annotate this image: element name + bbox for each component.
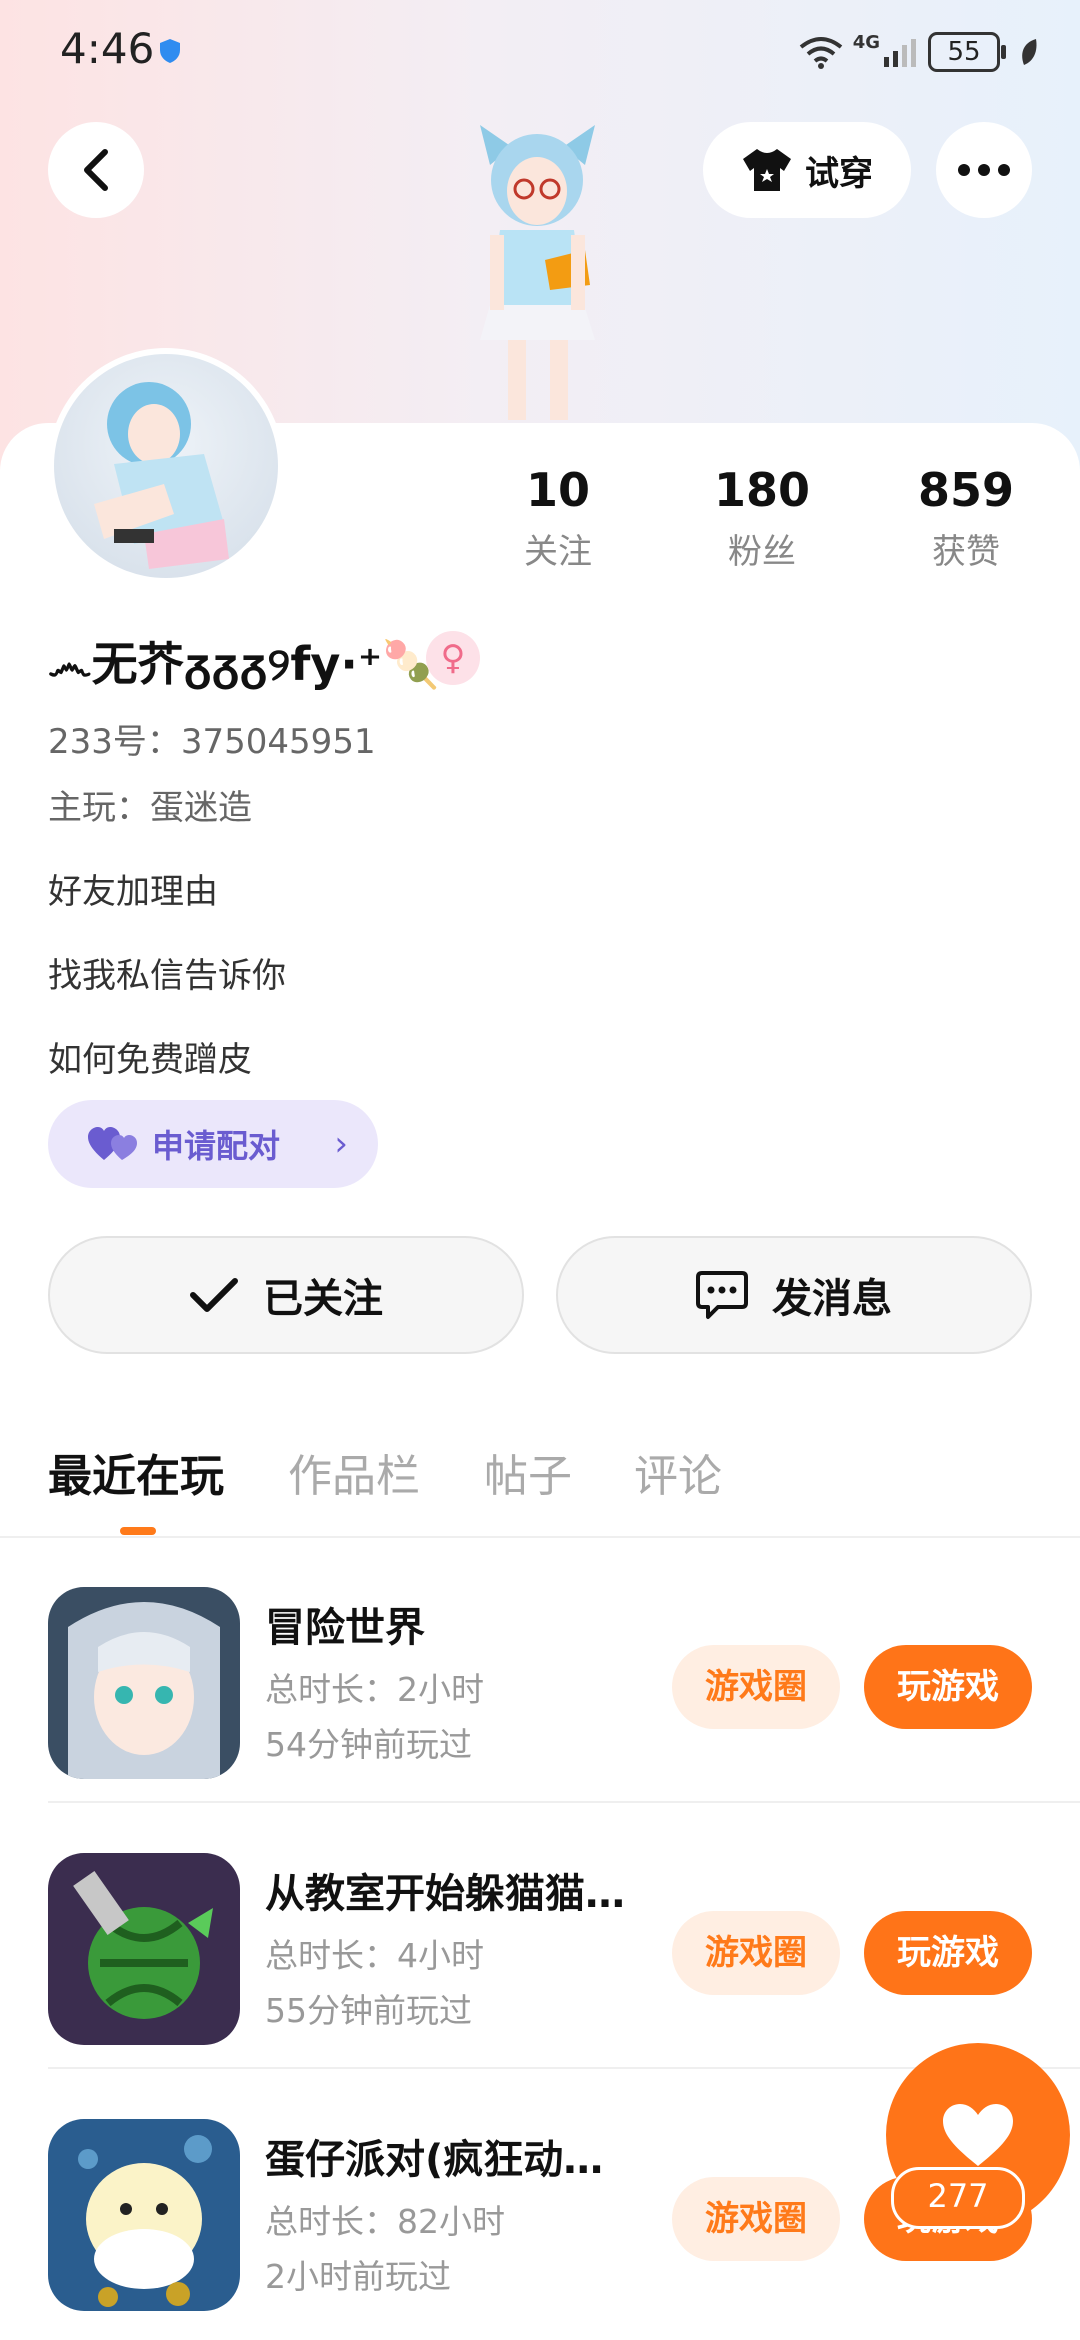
more-options-button[interactable] <box>936 122 1032 218</box>
checkmark-icon <box>190 1278 238 1312</box>
following-count: 10 <box>525 463 590 517</box>
stat-likes[interactable]: 859 获赞 <box>886 460 1046 573</box>
username: ෴无芥ᵹᵹᵹ୨fy·⁺🍡 <box>48 637 440 691</box>
play-game-button[interactable]: 玩游戏 <box>864 1911 1032 1995</box>
bio-line: 好友加理由 <box>48 872 218 912</box>
chevron-right-icon: › <box>334 1124 348 1164</box>
stat-following[interactable]: 10 关注 <box>478 460 638 573</box>
more-dots-icon <box>958 164 1010 176</box>
main-game: 主玩：蛋迷造 <box>48 788 252 828</box>
game-last-played: 54分钟前玩过 <box>265 1725 472 1764</box>
followers-label: 粉丝 <box>728 532 796 572</box>
likes-label: 获赞 <box>932 532 1000 572</box>
game-duration: 总时长：82小时 <box>265 2202 505 2241</box>
followed-button[interactable]: 已关注 <box>48 1236 524 1354</box>
tab-works[interactable]: 作品栏 <box>288 1440 420 1504</box>
game-list-item[interactable]: 从教室开始躲猫猫… 总时长：4小时 55分钟前玩过 游戏圈 玩游戏 <box>0 1803 1080 2069</box>
tab-comments[interactable]: 评论 <box>634 1440 722 1504</box>
back-arrow-icon <box>84 149 108 191</box>
following-label: 关注 <box>524 532 592 572</box>
bio-line: 找我私信告诉你 <box>48 956 286 996</box>
try-on-label: 试穿 <box>805 153 873 194</box>
request-pair-label: 申请配对 <box>152 1127 281 1165</box>
game-duration: 总时长：4小时 <box>265 1936 484 1975</box>
avatar-image <box>54 354 278 578</box>
send-message-button[interactable]: 发消息 <box>556 1236 1032 1354</box>
send-message-label: 发消息 <box>772 1276 892 1322</box>
game-list-item[interactable]: 冒险世界 总时长：2小时 54分钟前玩过 游戏圈 玩游戏 <box>0 1537 1080 1803</box>
game-circle-button[interactable]: 游戏圈 <box>672 2177 840 2261</box>
active-tab-indicator <box>120 1527 156 1535</box>
game-name: 冒险世界 <box>265 1605 425 1651</box>
game-name: 从教室开始躲猫猫… <box>265 1871 625 1917</box>
battery-indicator: 55 <box>928 32 1006 72</box>
game-last-played: 55分钟前玩过 <box>265 1991 472 2030</box>
status-time: 4:46 <box>60 24 155 73</box>
network-type-label: 4G <box>852 32 880 53</box>
security-shield-icon <box>160 39 180 63</box>
game-name: 蛋仔派对(疯狂动… <box>265 2137 604 2183</box>
status-bar: 4:46 4G 55 <box>0 0 1080 100</box>
game-icon-adventure-world[interactable] <box>48 1587 240 1779</box>
double-heart-icon <box>88 1127 137 1160</box>
game-duration: 总时长：2小时 <box>265 1670 484 1709</box>
likes-count: 859 <box>917 463 1015 517</box>
back-button[interactable] <box>48 122 144 218</box>
user-id: 233号：375045951 <box>48 722 376 762</box>
avatar-character-icon <box>94 382 229 569</box>
tab-posts[interactable]: 帖子 <box>484 1440 572 1504</box>
avatar-3d-figure[interactable] <box>450 125 625 425</box>
followed-label: 已关注 <box>263 1276 383 1322</box>
game-last-played: 2小时前玩过 <box>265 2257 451 2296</box>
game-circle-button[interactable]: 游戏圈 <box>672 1645 840 1729</box>
game-circle-button[interactable]: 游戏圈 <box>672 1911 840 1995</box>
heart-icon <box>943 2104 1013 2166</box>
avatar[interactable] <box>48 348 284 584</box>
like-count-badge: 277 <box>891 2167 1025 2229</box>
tshirt-icon <box>743 149 791 191</box>
followers-count: 180 <box>713 463 811 517</box>
bio-line: 如何免费蹭皮 <box>48 1040 252 1080</box>
request-pair-button[interactable]: 申请配对 › <box>48 1100 378 1188</box>
wifi-icon <box>799 37 842 69</box>
tab-recently-played[interactable]: 最近在玩 <box>48 1440 224 1504</box>
game-icon-eggy-party[interactable] <box>48 2119 240 2311</box>
chat-bubble-icon <box>696 1271 748 1319</box>
try-on-button[interactable]: 试穿 <box>703 122 911 218</box>
gender-female-icon: ♀ <box>426 631 480 685</box>
stat-followers[interactable]: 180 粉丝 <box>682 460 842 573</box>
status-icons: 4G 55 <box>799 30 1040 74</box>
play-game-button[interactable]: 玩游戏 <box>864 1645 1032 1729</box>
leaf-icon <box>1022 39 1037 65</box>
signal-bars-icon <box>884 39 916 67</box>
game-icon-hide-and-seek[interactable] <box>48 1853 240 2045</box>
